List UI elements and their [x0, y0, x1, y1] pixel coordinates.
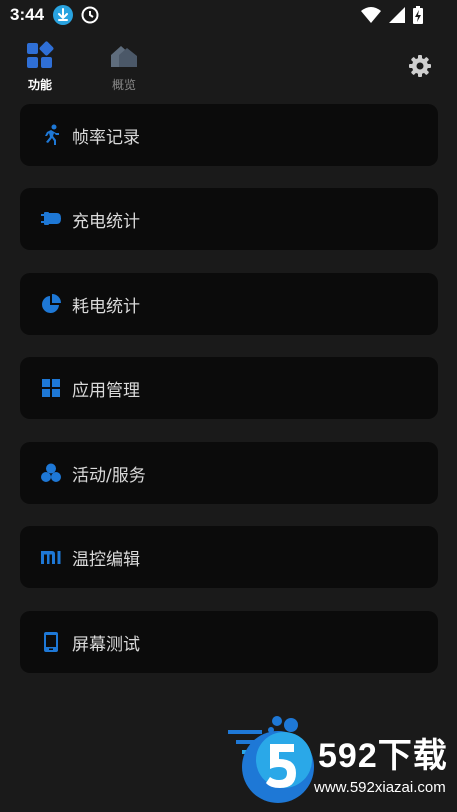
top-navigation: 功能 概览 — [0, 40, 457, 98]
pie-chart-icon — [40, 293, 62, 315]
cluster-icon — [40, 462, 62, 484]
battery-charging-icon — [413, 6, 423, 28]
features-grid-icon — [25, 41, 55, 74]
menu-item-charging-stats[interactable]: 充电统计 — [20, 188, 438, 250]
watermark-brand: 592下载 — [318, 737, 448, 775]
download-notification-icon — [53, 5, 73, 25]
phone-icon — [40, 631, 62, 653]
menu-item-screen-test[interactable]: 屏幕测试 — [20, 611, 438, 673]
menu-item-label: 应用管理 — [72, 380, 140, 401]
menu-item-label: 充电统计 — [72, 211, 140, 232]
menu-item-frame-rate-record[interactable]: 帧率记录 — [20, 104, 438, 166]
menu-item-label: 活动/服务 — [72, 465, 146, 486]
grid-icon — [40, 377, 62, 399]
menu-item-power-consumption-stats[interactable]: 耗电统计 — [20, 273, 438, 335]
menu-item-thermal-control-edit[interactable]: 温控编辑 — [20, 526, 438, 588]
menu-item-activities-services[interactable]: 活动/服务 — [20, 442, 438, 504]
menu-item-app-management[interactable]: 应用管理 — [20, 357, 438, 419]
system-status-icons — [361, 6, 423, 28]
plug-icon — [40, 208, 62, 230]
status-time: 3:44 — [10, 5, 45, 24]
wifi-icon — [361, 7, 381, 27]
mi-logo-icon — [40, 546, 62, 568]
settings-button[interactable] — [408, 54, 432, 78]
menu-item-label: 温控编辑 — [72, 549, 140, 570]
menu-item-label: 耗电统计 — [72, 296, 140, 317]
clock-notification-icon — [81, 6, 99, 28]
menu-item-label: 帧率记录 — [72, 127, 140, 148]
overview-home-icon — [108, 46, 140, 74]
watermark-url: www.592xiazai.com — [314, 779, 446, 796]
tab-features-label: 功能 — [27, 78, 52, 92]
gear-icon — [408, 55, 432, 82]
running-icon — [40, 124, 62, 146]
tab-overview[interactable]: 概览 — [94, 40, 154, 93]
watermark: 592下载 www.592xiazai.com — [228, 706, 457, 812]
status-bar: 3:44 — [0, 0, 457, 30]
menu-item-label: 屏幕测试 — [72, 634, 140, 655]
cellular-signal-icon — [389, 7, 405, 27]
tab-features[interactable]: 功能 — [10, 40, 70, 93]
tab-overview-label: 概览 — [111, 78, 136, 92]
